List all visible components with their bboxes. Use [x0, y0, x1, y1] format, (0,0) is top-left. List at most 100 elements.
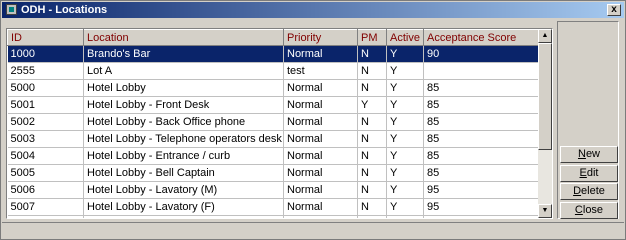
cell-active: Y	[386, 215, 424, 218]
cell-priority: Normal	[283, 181, 358, 199]
cell-active: Y	[386, 45, 424, 63]
cell-pm: N	[357, 147, 387, 165]
header-row: ID Location Priority PM Active Acceptance Sco…	[7, 29, 541, 46]
cell-pm: Y	[357, 96, 387, 114]
cell-id: 2555	[7, 62, 84, 80]
cell-active: Y	[386, 198, 424, 216]
cell-id: 5004	[7, 147, 84, 165]
cell-location: Hotel Lobby - Bell Captain	[83, 164, 284, 182]
cell-priority: Normal	[283, 198, 358, 216]
cell-pm: N	[357, 164, 387, 182]
table-row[interactable]: 5000 Hotel Lobby Normal N Y 85	[7, 79, 541, 97]
cell-priority: test	[283, 62, 358, 80]
cell-id: 5002	[7, 113, 84, 131]
cell-pm: N	[357, 130, 387, 148]
cell-active: Y	[386, 130, 424, 148]
table-row[interactable]: 5001 Hotel Lobby - Front Desk Normal Y Y 85	[7, 96, 541, 114]
cell-acceptance-score: 85	[423, 130, 541, 148]
cell-acceptance-score	[423, 62, 541, 80]
cell-acceptance-score: 90	[423, 45, 541, 63]
cell-priority: Normal	[283, 215, 358, 218]
cell-id: 5010	[7, 215, 84, 218]
cell-location: Hotel Lobby - Lavatory (M)	[83, 181, 284, 199]
column-header-acceptance-score[interactable]: Acceptance Score	[423, 29, 541, 46]
locations-grid: ID Location Priority PM Active Acceptance Sco…	[6, 28, 553, 219]
cell-pm: N	[357, 79, 387, 97]
locations-table: ID Location Priority PM Active Acceptance Sco…	[7, 29, 541, 218]
locations-window: ODH - Locations x ID Location Priority PM Ac…	[0, 0, 626, 240]
cell-location: Hotel Lobby	[83, 79, 284, 97]
cell-id: 5001	[7, 96, 84, 114]
cell-priority: Normal	[283, 147, 358, 165]
cell-location: Hotel Lobby - Lavatory (F)	[83, 198, 284, 216]
table-row[interactable]: 5006 Hotel Lobby - Lavatory (M) Normal N Y 95	[7, 181, 541, 199]
table-row[interactable]: 5003 Hotel Lobby - Telephone operators de…	[7, 130, 541, 148]
cell-acceptance-score: 85	[423, 96, 541, 114]
cell-pm: N	[357, 215, 387, 218]
cell-id: 5003	[7, 130, 84, 148]
cell-location: Brando's Bar	[83, 45, 284, 63]
delete-button[interactable]: Delete	[560, 183, 618, 200]
cell-active: Y	[386, 181, 424, 199]
new-button[interactable]: New	[560, 146, 618, 163]
table-row[interactable]: 5002 Hotel Lobby - Back Office phone Norma…	[7, 113, 541, 131]
cell-active: Y	[386, 164, 424, 182]
cell-acceptance-score: 95	[423, 181, 541, 199]
cell-id: 5000	[7, 79, 84, 97]
column-header-pm[interactable]: PM	[357, 29, 387, 46]
cell-acceptance-score: 85	[423, 79, 541, 97]
cell-location: Hotel Lobby - Front Desk	[83, 96, 284, 114]
scroll-down-arrow-icon[interactable]: ▼	[538, 204, 552, 218]
cell-location: Hotel Lobby - Entrance / curb	[83, 147, 284, 165]
cell-id: 1000	[7, 45, 84, 63]
cell-priority: Normal	[283, 79, 358, 97]
scroll-thumb[interactable]	[538, 43, 552, 150]
column-header-priority[interactable]: Priority	[283, 29, 358, 46]
cell-pm: N	[357, 198, 387, 216]
column-header-id[interactable]: ID	[7, 29, 84, 46]
cell-priority: Normal	[283, 130, 358, 148]
cell-location: Hotel Lobby - Back Office phone	[83, 113, 284, 131]
cell-location: Restaurant "Le Jardin" - Entrance host d…	[83, 215, 284, 218]
cell-acceptance-score: 80	[423, 215, 541, 218]
cell-acceptance-score: 85	[423, 147, 541, 165]
cell-pm: N	[357, 181, 387, 199]
cell-id: 5005	[7, 164, 84, 182]
table-row[interactable]: 1000 Brando's Bar Normal N Y 90	[7, 45, 541, 63]
table-row[interactable]: 5005 Hotel Lobby - Bell Captain Normal N Y 85	[7, 164, 541, 182]
cell-location: Lot A	[83, 62, 284, 80]
cell-id: 5006	[7, 181, 84, 199]
table-row[interactable]: 5010Restaurant "Le Jardin" - Entrance ho…	[7, 215, 541, 218]
window-title: ODH - Locations	[21, 4, 108, 16]
cell-priority: Normal	[283, 164, 358, 182]
cell-priority: Normal	[283, 113, 358, 131]
cell-acceptance-score: 95	[423, 198, 541, 216]
vertical-scrollbar[interactable]: ▲ ▼	[538, 29, 552, 218]
title-bar[interactable]: ODH - Locations x	[2, 2, 624, 18]
cell-active: Y	[386, 147, 424, 165]
app-icon	[6, 4, 17, 15]
close-window-button[interactable]: x	[607, 4, 621, 16]
cell-location: Hotel Lobby - Telephone operators desk	[83, 130, 284, 148]
column-header-active[interactable]: Active	[386, 29, 424, 46]
scroll-up-arrow-icon[interactable]: ▲	[538, 29, 552, 43]
column-header-location[interactable]: Location	[83, 29, 284, 46]
cell-pm: N	[357, 62, 387, 80]
cell-id: 5007	[7, 198, 84, 216]
table-row[interactable]: 5004 Hotel Lobby - Entrance / curb Normal N…	[7, 147, 541, 165]
edit-button[interactable]: Edit	[560, 165, 618, 182]
cell-active: Y	[386, 113, 424, 131]
cell-pm: N	[357, 113, 387, 131]
cell-active: Y	[386, 62, 424, 80]
cell-acceptance-score: 85	[423, 113, 541, 131]
cell-pm: N	[357, 45, 387, 63]
cell-priority: Normal	[283, 96, 358, 114]
cell-active: Y	[386, 96, 424, 114]
close-button[interactable]: Close	[560, 202, 618, 219]
status-bar	[2, 222, 624, 238]
table-row[interactable]: 5007 Hotel Lobby - Lavatory (F) Normal N Y 95	[7, 198, 541, 216]
table-row[interactable]: 2555 Lot Atest N Y	[7, 62, 541, 80]
cell-acceptance-score: 85	[423, 164, 541, 182]
cell-priority: Normal	[283, 45, 358, 63]
cell-active: Y	[386, 79, 424, 97]
